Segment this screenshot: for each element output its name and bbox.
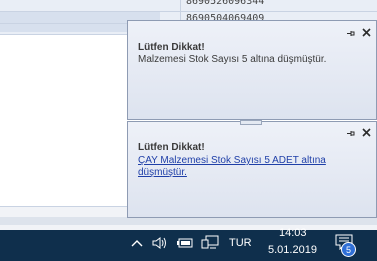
notification-count-badge: 5: [341, 242, 356, 257]
close-icon[interactable]: [361, 127, 371, 137]
popup-title: Lütfen Dikkat!: [138, 142, 205, 153]
volume-icon[interactable]: [151, 235, 167, 251]
pin-icon[interactable]: [345, 28, 355, 38]
close-icon[interactable]: [361, 27, 371, 37]
battery-icon[interactable]: [176, 236, 194, 250]
grid-cell-code[interactable]: 8690526096344: [186, 0, 306, 7]
language-indicator[interactable]: TUR: [229, 237, 252, 249]
popup-message: Malzemesi Stok Sayısı 5 altına düşmüştür…: [138, 54, 327, 65]
popup-title: Lütfen Dikkat!: [138, 42, 205, 53]
clock-time[interactable]: 14:03: [279, 227, 307, 239]
stock-alert-popup[interactable]: Lütfen Dikkat! Malzemesi Stok Sayısı 5 a…: [127, 20, 377, 120]
stock-alert-popup[interactable]: Lütfen Dikkat! ÇAY Malzemesi Stok Sayısı…: [127, 120, 377, 218]
clock-date[interactable]: 5.01.2019: [268, 244, 317, 256]
grid-row-divider: [0, 11, 377, 12]
resize-grip[interactable]: [240, 120, 262, 125]
network-icon[interactable]: [201, 235, 219, 251]
chevron-up-icon[interactable]: [130, 236, 144, 250]
stock-alert-link[interactable]: ÇAY Malzemesi Stok Sayısı 5 ADET altına …: [138, 155, 338, 179]
horizontal-scrollbar[interactable]: [0, 217, 377, 225]
pin-icon[interactable]: [345, 128, 355, 138]
